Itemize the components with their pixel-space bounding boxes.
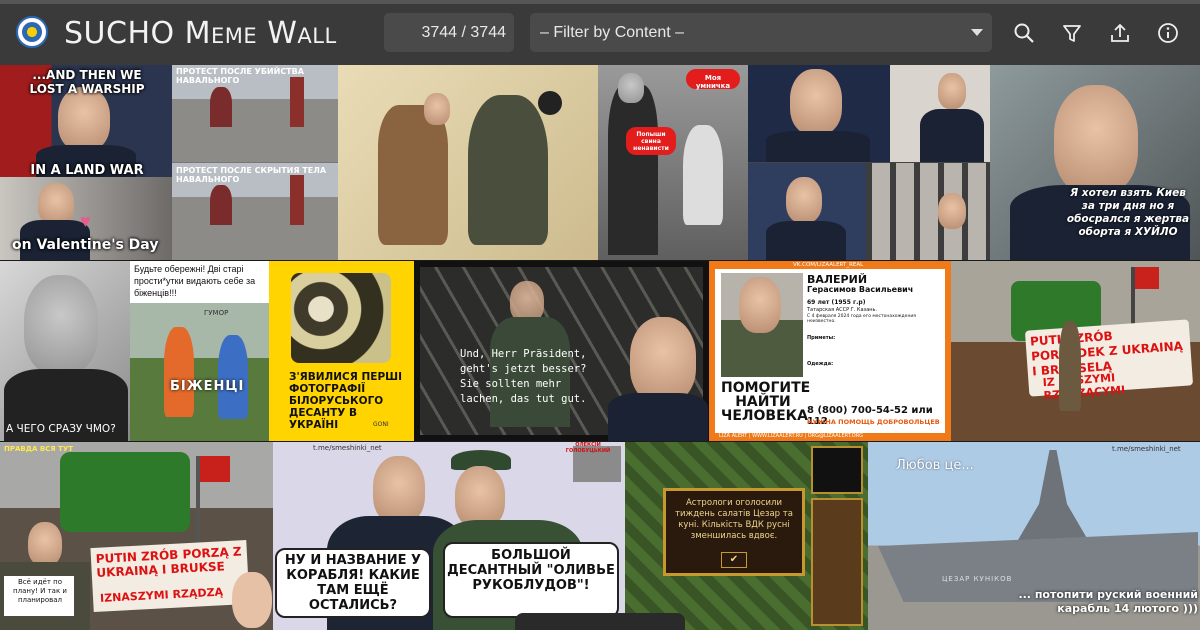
filter-select-value: – Filter by Content – <box>540 24 685 41</box>
poster-volunteers: НУЖНА ПОМОЩЬ ДОБРОВОЛЬЦЕВ <box>807 418 940 426</box>
poster-date: С 4 февраля 2024 года его местонахождени… <box>807 314 917 324</box>
bottom-toolbar-peek <box>515 613 685 630</box>
meme-caption-top: Любов це... <box>896 458 974 473</box>
meme-caption: А ЧЕГО СРАЗУ ЧМО? <box>6 423 116 435</box>
speech-bubble-right: БОЛЬШОЙ ДЕСАНТНЫЙ "ОЛИВЬЕ РУКОБЛУДОВ"! <box>443 542 619 618</box>
meme-tile-warship[interactable]: ...AND THEN WE LOST A WARSHIP IN A LAND … <box>0 65 172 260</box>
meme-tile-landing[interactable]: З'ЯВИЛИСЯ ПЕРШІ ФОТОГРАФІЇ БІЛОРУСЬКОГО … <box>269 261 414 441</box>
meme-tile-collage[interactable] <box>748 65 990 260</box>
poster-surname: Герасимов Васильевич <box>807 285 914 294</box>
filter-icon <box>1063 25 1081 42</box>
meme-caption-bottom: ... потопити руский военний карабль 14 л… <box>1018 588 1198 615</box>
poster-age: 69 лет (1955 г.р) <box>807 299 866 306</box>
meme-tile-cage[interactable]: Und, Herr Präsident, geht's jetzt besser… <box>414 261 709 441</box>
info-button[interactable] <box>1157 22 1179 44</box>
meme-tile-warship-sunk[interactable]: t.me/smeshinki_net Любов це... ЦЕЗАР КУН… <box>868 442 1200 630</box>
search-icon <box>1014 23 1034 43</box>
meme-tile-corvette[interactable]: t.me/smeshinki_net ОЛЕКСІЙ ГОЛОБУЦЬКИЙ Н… <box>273 442 625 630</box>
meme-tile-heroes-game[interactable]: Астрологи оголосили тиждень салатів Цеза… <box>625 442 868 630</box>
meme-caption: Я хотел взять Киев за три дня но я обоср… <box>1066 187 1190 238</box>
top-bar: SUCHO Meme Wall 3744 / 3744 – Filter by … <box>0 0 1200 65</box>
channel-tag: ПРАВДА ВСЯ ТУТ <box>4 445 74 453</box>
meme-tile-chmo[interactable]: А ЧЕГО СРАЗУ ЧМО? <box>0 261 130 441</box>
paper-sign: Всё идёт по плану! И так и планировал <box>13 578 67 604</box>
info-icon <box>1158 23 1178 43</box>
poster-site: VK.COM/LIZAALERT_REAL <box>793 262 864 268</box>
upload-button[interactable] <box>1109 22 1131 44</box>
chevron-down-icon <box>971 29 983 36</box>
filter-button[interactable] <box>1061 22 1083 44</box>
logo-emblem-icon <box>22 22 42 42</box>
heart-icon: ♥ <box>80 211 91 231</box>
meme-tile-painting[interactable] <box>338 65 598 260</box>
content-filter-select[interactable]: – Filter by Content – <box>530 13 992 52</box>
poster-footer: LIZA ALERT | WWW.LIZAALERT.RU | ORG@LIZA… <box>719 433 864 439</box>
poster-help: ПОМОГИТЕ НАЙТИ ЧЕЛОВЕКА <box>721 380 811 424</box>
meme-caption-bottom: ПРОТЕСТ ПОСЛЕ СКРЫТИЯ ТЕЛА НАВАЛЬНОГО <box>176 166 327 184</box>
meme-tile-tractor-protest[interactable]: PUTIN ZRÓB PORZĄDEK Z UKRAINĄ I BRUKSELĄ… <box>951 261 1200 441</box>
speech-bubble: Моя умничка <box>686 69 740 90</box>
meme-tile-tractors[interactable]: ПРАВДА ВСЯ ТУТ Всё идёт по плану! И так … <box>0 442 273 630</box>
meme-tile-bw-photo[interactable]: Моя умничка Попыши свинa ненависти <box>598 65 748 260</box>
speech-bubble-2: Попыши свинa ненависти <box>626 127 676 155</box>
channel-tag: t.me/smeshinki_net <box>313 444 382 452</box>
author-tag: ОЛЕКСІЙ ГОЛОБУЦЬКИЙ <box>565 442 611 454</box>
game-dialog-text: Астрологи оголосили тиждень салатів Цеза… <box>675 498 793 541</box>
logo-label: GONI <box>373 421 389 428</box>
meme-caption-top: ...AND THEN WE LOST A WARSHIP <box>29 68 145 96</box>
meme-tile-crying[interactable]: Я хотел взять Киев за три дня но я обоср… <box>990 65 1200 260</box>
checkmark-icon: ✔ <box>721 552 747 568</box>
meme-tile-missing-poster[interactable]: VK.COM/LIZAALERT_REAL ВАЛЕРИЙ Герасимов … <box>709 261 951 441</box>
meme-counter: 3744 / 3744 <box>384 13 514 52</box>
meme-caption: Und, Herr Präsident, geht's jetzt besser… <box>460 348 587 405</box>
poster-place: Татарская АССР Г. Казань. <box>807 307 878 313</box>
meme-grid: ...AND THEN WE LOST A WARSHIP IN A LAND … <box>0 65 1200 630</box>
meme-caption-top: ПРОТЕСТ ПОСЛЕ УБИЙСТВА НАВАЛЬНОГО <box>176 67 304 85</box>
poster-clothes: Одежда: <box>807 361 834 367</box>
sucho-logo[interactable] <box>16 16 48 48</box>
meme-caption-mid: IN A LAND WAR <box>30 163 144 178</box>
meme-tile-refugees[interactable]: Будьте обережні! Дві старі прости*утки в… <box>130 261 269 441</box>
ship-name: ЦЕЗАР КУНІКОВ <box>942 575 1013 583</box>
speech-bubble-left: НУ И НАЗВАНИЕ У КОРАБЛЯ! КАКИЕ ТАМ ЕЩЁ О… <box>275 548 431 618</box>
meme-tile-protest[interactable]: ПРОТЕСТ ПОСЛЕ УБИЙСТВА НАВАЛЬНОГО ПРОТЕС… <box>172 65 338 260</box>
channel-tag: t.me/smeshinki_net <box>1112 445 1181 453</box>
upload-icon <box>1111 23 1129 42</box>
watermark: ГУМОР <box>204 309 229 317</box>
meme-caption-top: Будьте обережні! Дві старі прости*утки в… <box>134 264 256 298</box>
poster-signs: Приметы: <box>807 335 836 341</box>
meme-caption-bottom: on Valentine's Day <box>12 237 159 253</box>
meme-caption: З'ЯВИЛИСЯ ПЕРШІ ФОТОГРАФІЇ БІЛОРУСЬКОГО … <box>289 371 403 431</box>
app-title: SUCHO Meme Wall <box>64 16 337 51</box>
meme-caption-label: БІЖЕНЦІ <box>170 379 245 394</box>
search-button[interactable] <box>1013 22 1035 44</box>
